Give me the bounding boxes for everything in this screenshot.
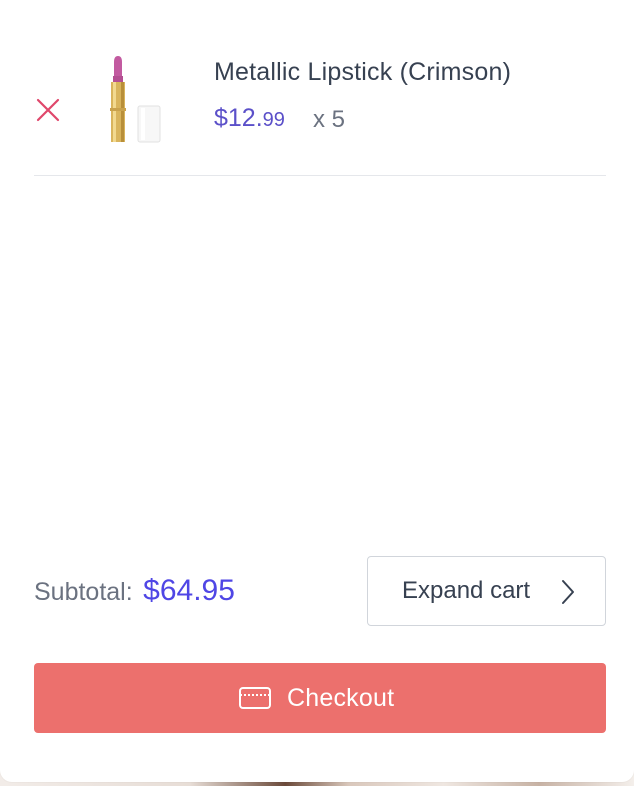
item-quantity: x 5 bbox=[313, 106, 346, 133]
checkout-button[interactable]: Checkout bbox=[34, 663, 606, 733]
close-icon bbox=[36, 98, 60, 122]
cart-item: Metallic Lipstick (Crimson) $12.99 x 5 bbox=[34, 40, 606, 176]
credit-card-icon bbox=[238, 686, 272, 710]
item-price-main: $12. bbox=[214, 104, 263, 132]
remove-item-button[interactable] bbox=[34, 96, 62, 124]
subtotal-label: Subtotal: bbox=[34, 578, 133, 606]
cart-panel: Metallic Lipstick (Crimson) $12.99 x 5 S… bbox=[0, 0, 634, 782]
item-name: Metallic Lipstick (Crimson) bbox=[214, 58, 512, 86]
lipstick-image bbox=[96, 54, 176, 154]
expand-cart-button[interactable]: Expand cart bbox=[367, 556, 606, 626]
item-price: $12.99 bbox=[214, 104, 285, 133]
expand-cart-label: Expand cart bbox=[402, 577, 531, 604]
subtotal-value: $64.95 bbox=[143, 574, 235, 607]
item-price-cents: 99 bbox=[262, 109, 285, 131]
checkout-label: Checkout bbox=[287, 684, 395, 712]
chevron-right-icon bbox=[558, 577, 578, 607]
subtotal: Subtotal: $64.95 bbox=[34, 574, 235, 608]
